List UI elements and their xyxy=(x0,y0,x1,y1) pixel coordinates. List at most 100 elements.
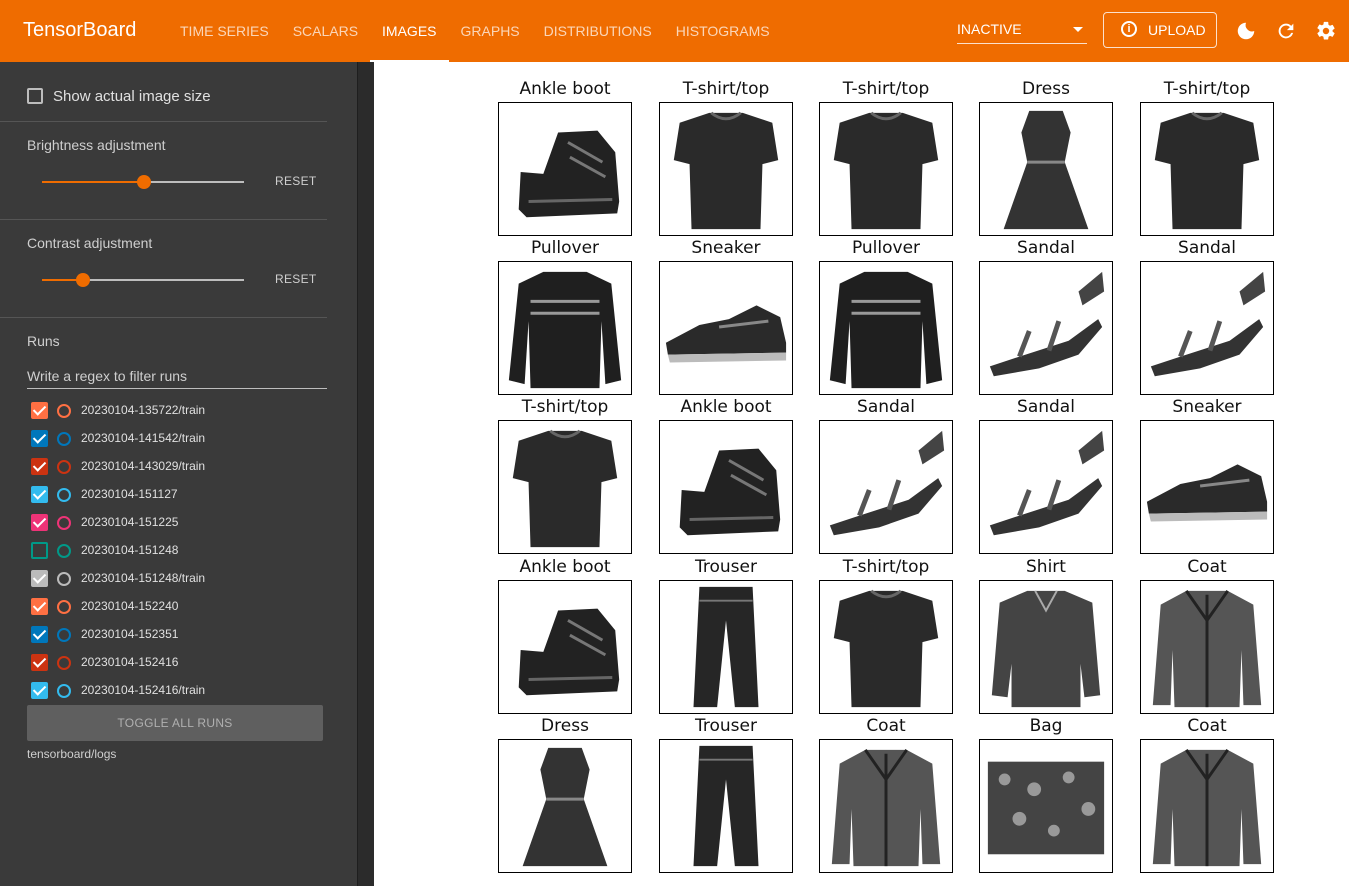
run-color-circle[interactable] xyxy=(57,628,71,642)
run-color-circle[interactable] xyxy=(57,684,71,698)
run-item[interactable]: 20230104-151248 xyxy=(31,540,331,560)
run-color-circle[interactable] xyxy=(57,404,71,418)
tab-graphs[interactable]: GRAPHS xyxy=(449,0,532,62)
sample-image[interactable] xyxy=(498,261,632,395)
run-item[interactable]: 20230104-152416/train xyxy=(31,680,331,700)
sample-image[interactable] xyxy=(498,420,632,554)
sample-image[interactable] xyxy=(979,261,1113,395)
contrast-slider-thumb[interactable] xyxy=(76,273,90,287)
contrast-reset-button[interactable]: RESET xyxy=(275,272,317,286)
sample-image[interactable] xyxy=(819,739,953,873)
brightness-reset-button[interactable]: RESET xyxy=(275,174,317,188)
run-checkbox[interactable] xyxy=(31,514,48,531)
run-checkbox[interactable] xyxy=(31,486,48,503)
sample-image[interactable] xyxy=(659,261,793,395)
settings-icon[interactable] xyxy=(1315,20,1337,42)
clothing-thumbnail xyxy=(673,111,779,230)
run-checkbox[interactable] xyxy=(31,598,48,615)
clothing-thumbnail xyxy=(1003,110,1089,230)
upload-label: UPLOAD xyxy=(1148,22,1206,38)
run-color-circle[interactable] xyxy=(57,488,71,502)
sample-image[interactable] xyxy=(659,739,793,873)
show-actual-size-checkbox[interactable] xyxy=(27,88,43,104)
image-caption: Sandal xyxy=(857,397,915,417)
run-checkbox[interactable] xyxy=(31,626,48,643)
sample-image[interactable] xyxy=(659,102,793,236)
sample-image[interactable] xyxy=(1140,420,1274,554)
sample-image[interactable] xyxy=(819,420,953,554)
refresh-icon[interactable] xyxy=(1275,20,1297,42)
image-caption: T-shirt/top xyxy=(842,79,930,99)
run-color-circle[interactable] xyxy=(57,600,71,614)
image-caption: Sandal xyxy=(1017,397,1075,417)
run-checkbox[interactable] xyxy=(31,402,48,419)
sample-image[interactable] xyxy=(659,420,793,554)
sample-image[interactable] xyxy=(659,580,793,714)
tab-images[interactable]: IMAGES xyxy=(370,0,449,62)
run-color-circle[interactable] xyxy=(57,572,71,586)
sample-image[interactable] xyxy=(819,261,953,395)
show-actual-size-label[interactable]: Show actual image size xyxy=(53,88,211,105)
sample-image[interactable] xyxy=(1140,580,1274,714)
sample-image[interactable] xyxy=(1140,102,1274,236)
check-icon xyxy=(32,682,47,696)
sample-image[interactable] xyxy=(979,420,1113,554)
run-checkbox[interactable] xyxy=(31,570,48,587)
sample-image[interactable] xyxy=(819,102,953,236)
tab-scalars[interactable]: SCALARS xyxy=(281,0,370,62)
tab-histograms[interactable]: HISTOGRAMS xyxy=(664,0,782,62)
image-caption: Dress xyxy=(1022,79,1070,99)
toggle-all-runs-button[interactable]: TOGGLE ALL RUNS xyxy=(27,705,323,741)
run-item[interactable]: 20230104-152240 xyxy=(31,596,331,616)
run-checkbox[interactable] xyxy=(31,654,48,671)
sample-image[interactable] xyxy=(498,739,632,873)
run-item[interactable]: 20230104-151225 xyxy=(31,512,331,532)
clothing-thumbnail xyxy=(829,430,945,536)
app-title[interactable]: TensorBoard xyxy=(23,19,136,42)
sample-image[interactable] xyxy=(979,102,1113,236)
runs-filter-input[interactable] xyxy=(27,364,327,389)
run-item[interactable]: 20230104-135722/train xyxy=(31,400,331,420)
brightness-slider[interactable] xyxy=(42,175,244,189)
run-item[interactable]: 20230104-141542/train xyxy=(31,428,331,448)
dashboard-tabs: TIME SERIES SCALARS IMAGES GRAPHS DISTRI… xyxy=(168,0,782,62)
run-checkbox[interactable] xyxy=(31,458,48,475)
run-color-circle[interactable] xyxy=(57,544,71,558)
run-color-circle[interactable] xyxy=(57,460,71,474)
run-checkbox[interactable] xyxy=(31,542,48,559)
sample-image[interactable] xyxy=(819,580,953,714)
upload-button[interactable]: i UPLOAD xyxy=(1103,12,1217,48)
tab-distributions[interactable]: DISTRIBUTIONS xyxy=(532,0,664,62)
run-item[interactable]: 20230104-151248/train xyxy=(31,568,331,588)
clothing-thumbnail xyxy=(1146,464,1268,522)
image-caption: T-shirt/top xyxy=(521,397,609,417)
run-item[interactable]: 20230104-143029/train xyxy=(31,456,331,476)
run-checkbox[interactable] xyxy=(31,430,48,447)
run-color-circle[interactable] xyxy=(57,516,71,530)
run-color-circle[interactable] xyxy=(57,432,71,446)
brightness-slider-thumb[interactable] xyxy=(137,175,151,189)
tab-time-series[interactable]: TIME SERIES xyxy=(168,0,281,62)
sample-image[interactable] xyxy=(979,580,1113,714)
run-label: 20230104-151127 xyxy=(81,487,178,501)
sample-image[interactable] xyxy=(979,739,1113,873)
sidebar-resize-handle[interactable] xyxy=(357,62,374,886)
image-caption: Pullover xyxy=(530,238,600,258)
run-item[interactable]: 20230104-151127 xyxy=(31,484,331,504)
check-icon xyxy=(32,570,47,584)
run-color-circle[interactable] xyxy=(57,656,71,670)
run-item[interactable]: 20230104-152351 xyxy=(31,624,331,644)
sample-image[interactable] xyxy=(498,580,632,714)
clothing-thumbnail xyxy=(829,271,943,389)
image-caption: Coat xyxy=(866,716,906,736)
run-checkbox[interactable] xyxy=(31,682,48,699)
sample-image[interactable] xyxy=(1140,739,1274,873)
clothing-thumbnail xyxy=(1154,111,1260,230)
sample-image[interactable] xyxy=(1140,261,1274,395)
contrast-slider[interactable] xyxy=(42,273,244,287)
sample-image[interactable] xyxy=(498,102,632,236)
check-icon xyxy=(32,514,47,528)
dark-mode-icon[interactable] xyxy=(1235,20,1257,42)
reload-status-select[interactable]: INACTIVE xyxy=(957,17,1087,44)
run-item[interactable]: 20230104-152416 xyxy=(31,652,331,672)
